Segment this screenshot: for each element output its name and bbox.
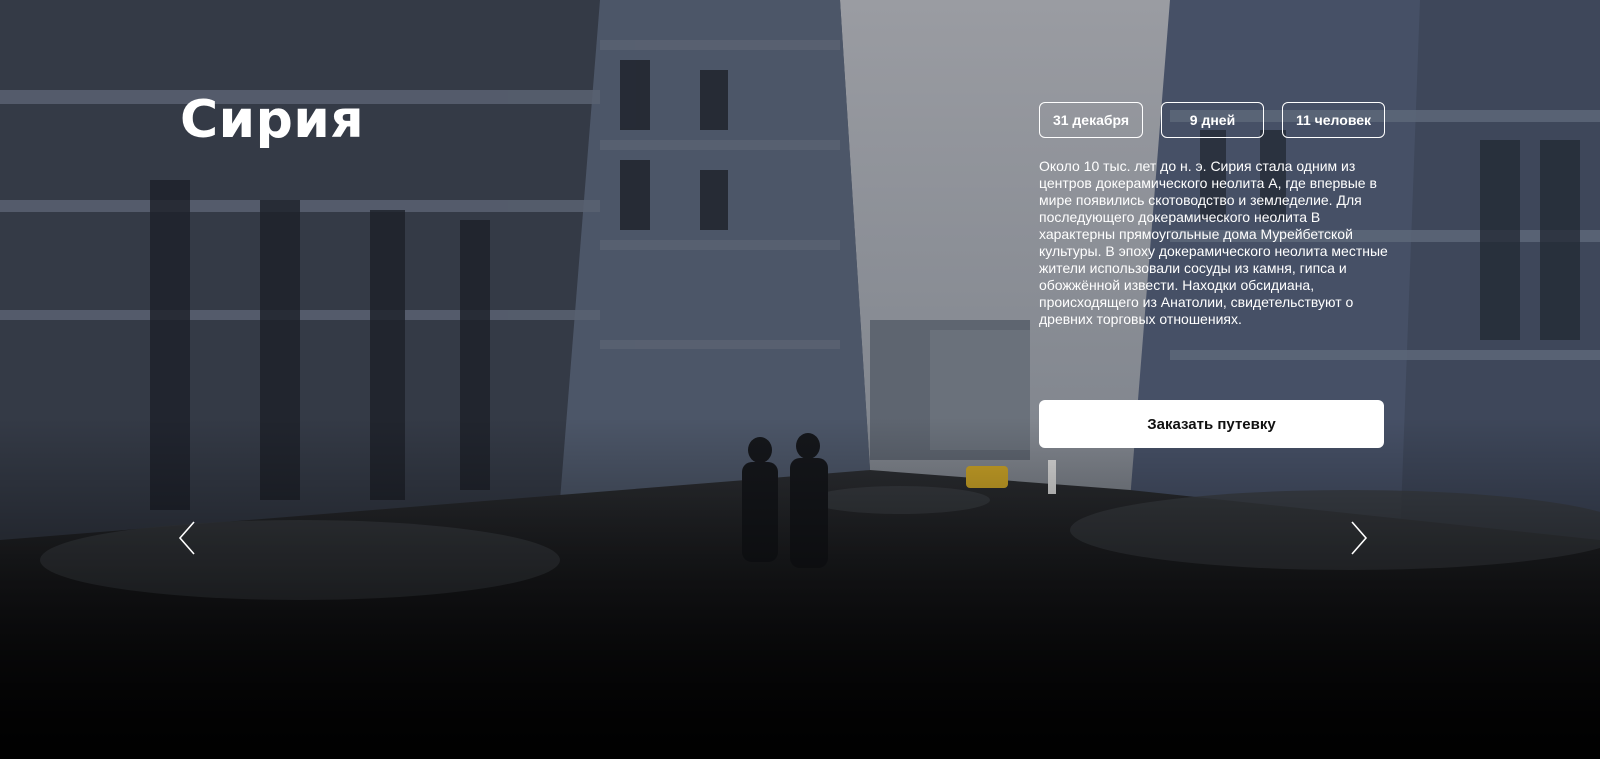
hero-slide: Сирия 31 декабря 9 дней 11 человек Около…: [0, 0, 1600, 759]
chevron-left-icon[interactable]: [176, 520, 200, 556]
trip-info-chips: 31 декабря 9 дней 11 человек: [1039, 102, 1385, 138]
duration-chip: 9 дней: [1161, 102, 1264, 138]
date-chip: 31 декабря: [1039, 102, 1143, 138]
description-text: Около 10 тыс. лет до н. э. Сирия стала о…: [1039, 158, 1388, 327]
book-tour-button[interactable]: Заказать путевку: [1039, 400, 1384, 448]
people-chip: 11 человек: [1282, 102, 1385, 138]
chevron-right-icon[interactable]: [1346, 520, 1370, 556]
page-title: Сирия: [180, 90, 365, 150]
